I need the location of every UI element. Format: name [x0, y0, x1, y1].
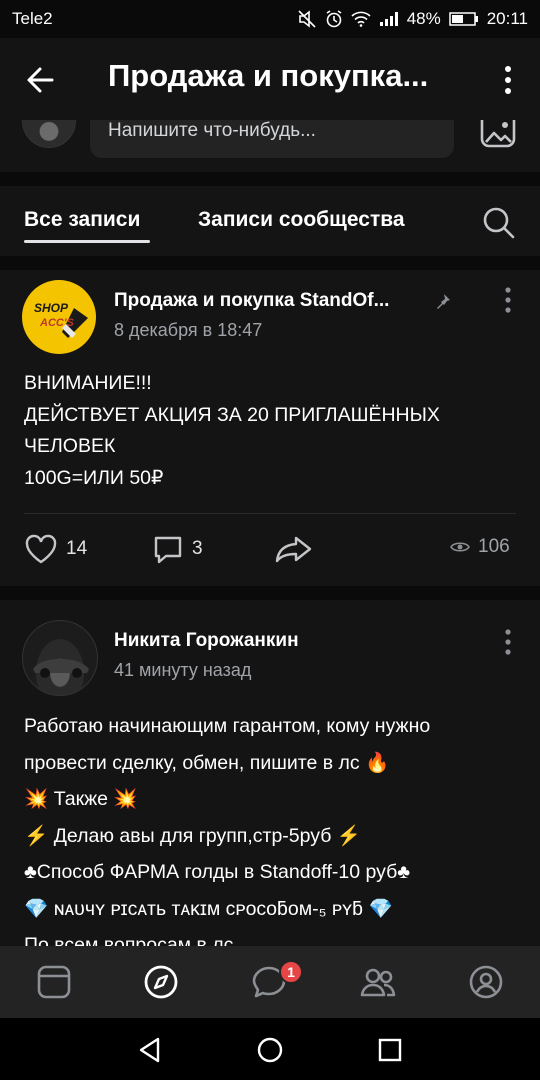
carrier-label: Tele2: [12, 9, 53, 28]
community-avatar[interactable]: SHOP ACC'S: [22, 280, 96, 354]
wifi-icon: [351, 11, 371, 27]
status-bar: Tele2 48% 20:11: [0, 0, 540, 38]
clock: 20:11: [486, 9, 528, 28]
active-tab-indicator: [24, 240, 150, 243]
back-arrow-icon[interactable]: [22, 60, 62, 100]
post-date[interactable]: 41 минуту назад: [114, 660, 251, 681]
post-text-line: Работаю начинающим гарантом, кому нужно: [24, 715, 431, 737]
post-card: SHOP ACC'S Продажа и покупка StandOf... …: [0, 270, 540, 586]
post-text-line: ⚡ Делаю авы для групп,стр-5руб ⚡: [24, 824, 362, 847]
post-filter-tabs: Все записи Записи сообщества: [0, 186, 540, 256]
page-title: Продажа и покупка...: [108, 58, 429, 93]
battery-percent: 48%: [406, 9, 441, 28]
signal-icon: [379, 12, 398, 26]
post-author[interactable]: Никита Горожанкин: [114, 630, 299, 652]
composer-input[interactable]: Напишите что-нибудь...: [90, 120, 454, 158]
post-text-line: 💥 Также 💥: [24, 788, 138, 810]
eye-icon: [450, 542, 470, 552]
post-divider: [24, 513, 516, 514]
search-icon[interactable]: [482, 206, 516, 240]
post-date[interactable]: 8 декабря в 18:47: [114, 320, 262, 341]
alarm-icon: [326, 10, 342, 28]
tab-all-posts[interactable]: Все записи: [24, 208, 140, 232]
tab-community-posts[interactable]: Записи сообщества: [198, 208, 405, 232]
news-feed-icon[interactable]: [36, 964, 72, 1000]
comment-count: 3: [192, 538, 203, 559]
view-count: 106: [478, 536, 510, 557]
post-text-line: 💎 ɴᴀᴜчʏ ᴘɪᴄᴀᴛь ᴛᴀᴋɪᴍ ᴄᴘᴏᴄᴏƃᴏᴍ-₅ ᴘʏƃ 💎: [24, 897, 393, 920]
post-text: Работаю начинающим гарантом, кому нужно …: [24, 708, 524, 946]
system-recents-icon[interactable]: [376, 1036, 404, 1064]
pin-icon: [437, 294, 450, 309]
app-header: Продажа и покупка...: [0, 38, 540, 120]
car-image: [33, 659, 89, 678]
post-options-icon[interactable]: [504, 286, 512, 314]
post-composer: Напишите что-нибудь...: [0, 120, 540, 172]
logo-text-shop: SHOP: [34, 301, 69, 315]
system-navigation-bar: [0, 1018, 540, 1080]
system-home-icon[interactable]: [256, 1036, 284, 1064]
post-text-line: По всем вопросам в лс: [24, 934, 234, 946]
share-arrow-icon: [275, 536, 312, 563]
bottom-navigation: 1: [0, 946, 540, 1018]
battery-icon: [448, 12, 478, 26]
photo-icon[interactable]: [480, 120, 516, 148]
post-options-icon[interactable]: [504, 628, 512, 656]
post-text-line: провести сделку, обмен, пишите в лс 🔥: [24, 751, 390, 774]
more-vertical-icon[interactable]: [498, 62, 518, 98]
views-counter: 106: [450, 536, 510, 558]
post-text: ВНИМАНИЕ!!! ДЕЙСТВУЕТ АКЦИЯ ЗА 20 ПРИГЛА…: [24, 372, 440, 489]
community-logo: SHOP ACC'S: [34, 301, 88, 338]
friends-icon[interactable]: [360, 964, 396, 1000]
like-count: 14: [66, 538, 88, 559]
share-button[interactable]: [274, 534, 314, 564]
like-button[interactable]: 14: [24, 534, 87, 564]
comment-icon: [154, 536, 182, 564]
comment-button[interactable]: 3: [152, 534, 203, 564]
explore-compass-icon[interactable]: [143, 964, 179, 1000]
system-back-icon[interactable]: [136, 1036, 164, 1064]
user-avatar: [22, 120, 76, 148]
post-text-line: ♣Способ ФАРМА голды в Standoff-10 руб♣: [24, 861, 411, 883]
post-author[interactable]: Продажа и покупка StandOf...: [114, 290, 389, 312]
author-avatar[interactable]: [22, 620, 98, 696]
mute-icon: [298, 10, 316, 28]
composer-placeholder: Напишите что-нибудь...: [108, 120, 316, 141]
logo-text-accs: ACC'S: [39, 317, 74, 329]
messages-badge: 1: [279, 960, 303, 984]
heart-icon: [25, 534, 57, 564]
post-card: Никита Горожанкин 41 минуту назад Работа…: [0, 600, 540, 946]
profile-icon[interactable]: [468, 964, 504, 1000]
